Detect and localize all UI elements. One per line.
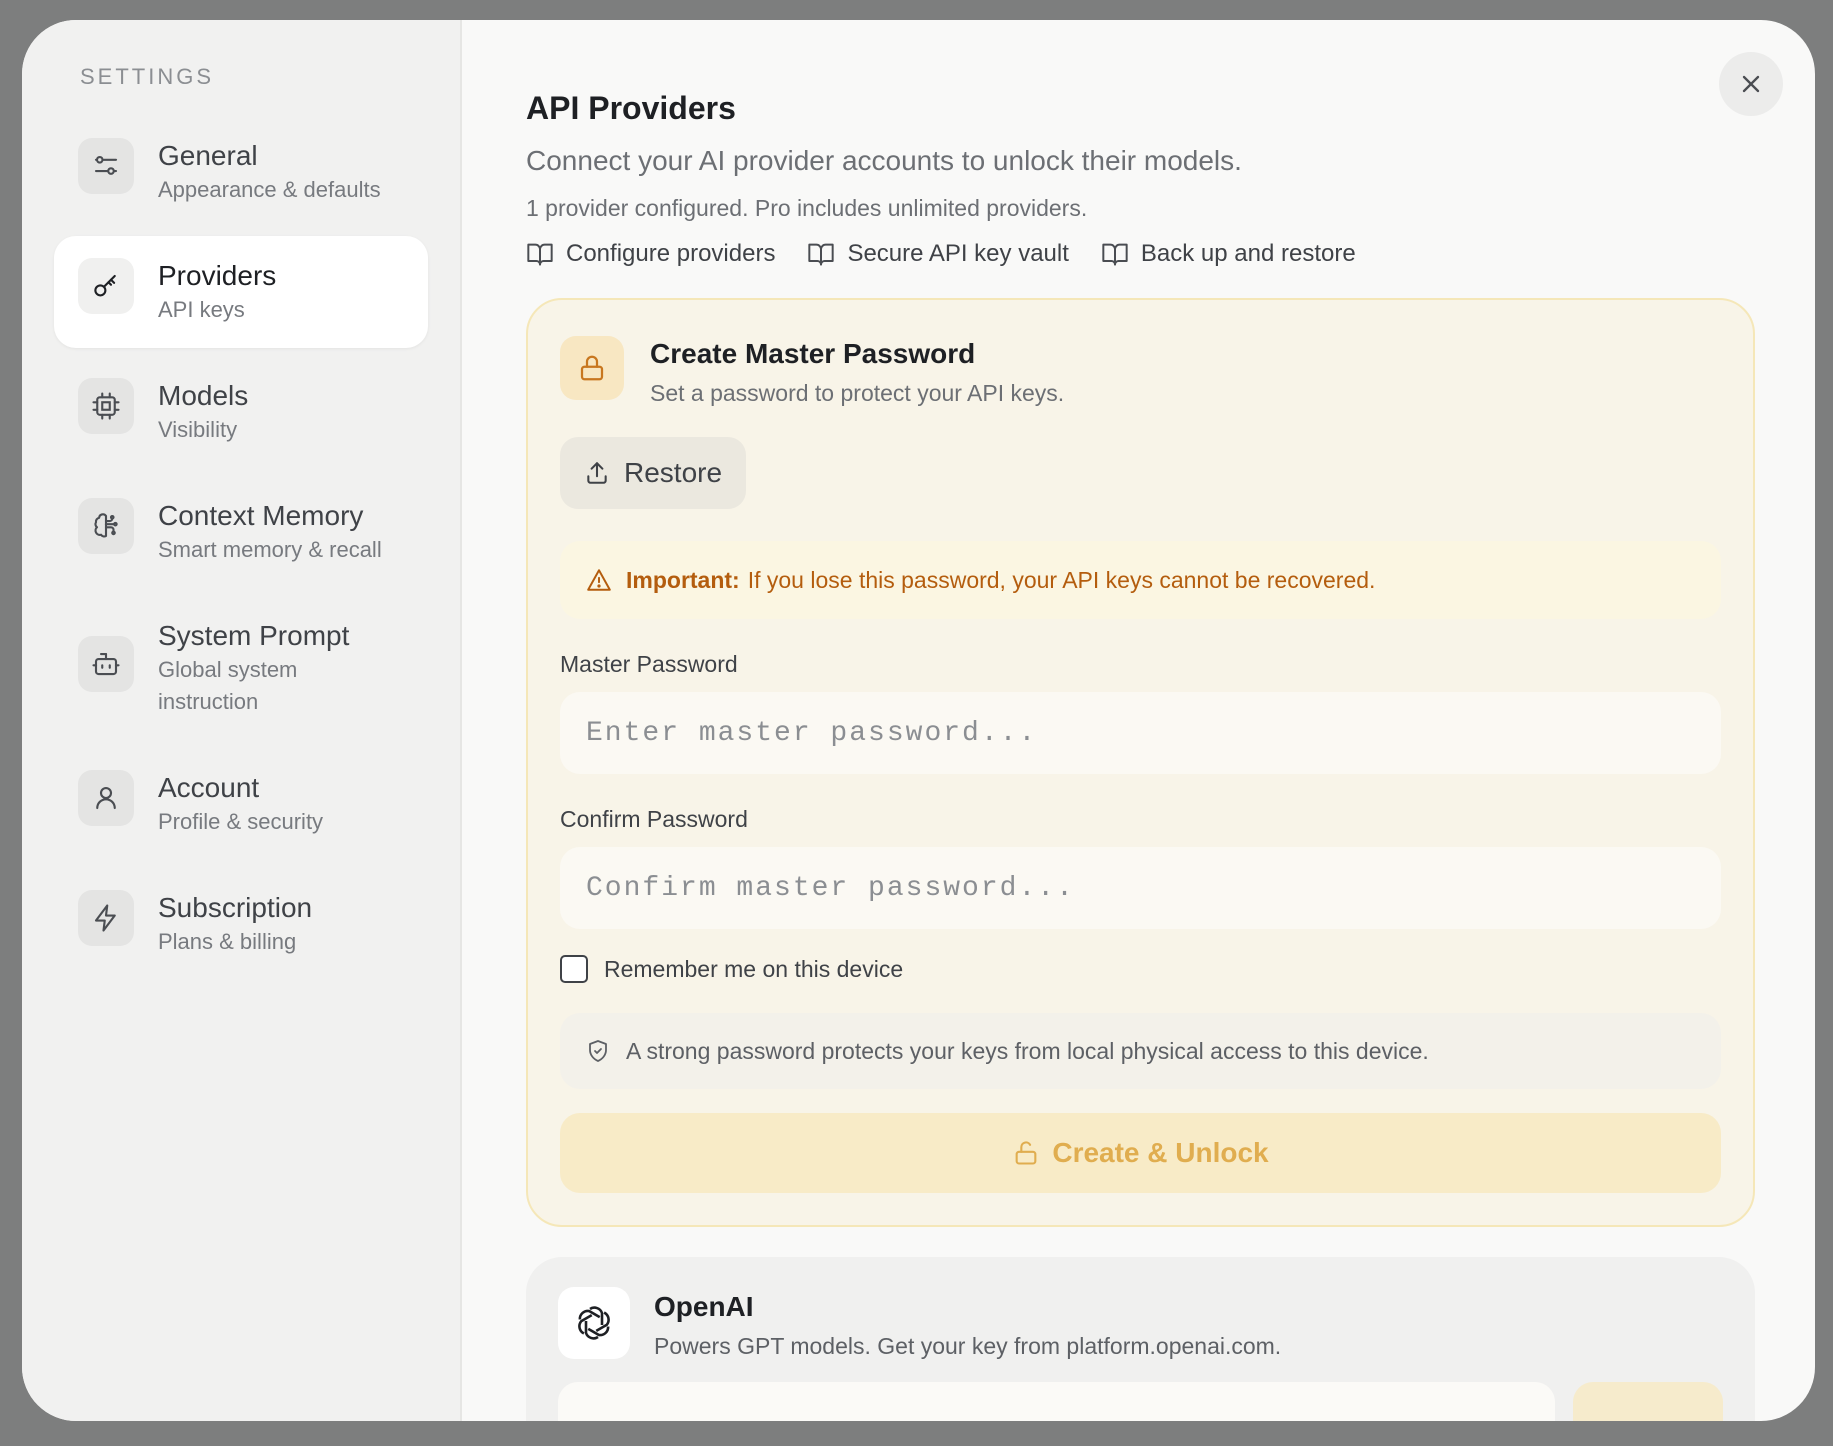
link-label: Configure providers <box>566 240 776 267</box>
backup-restore-link[interactable]: Back up and restore <box>1101 240 1356 268</box>
restore-label: Restore <box>624 457 723 488</box>
sidebar-item-title: Subscription <box>158 892 313 923</box>
sidebar-item-subtitle: Appearance & defaults <box>158 177 381 202</box>
sidebar-item-title: Account <box>158 772 260 803</box>
key-icon <box>78 258 134 314</box>
sidebar-item-title: General <box>158 140 258 171</box>
bot-icon <box>78 636 134 692</box>
user-icon <box>78 770 134 826</box>
sidebar-item-account[interactable]: Account Profile & security <box>54 748 428 860</box>
remember-me-row[interactable]: Remember me on this device <box>560 955 1721 983</box>
brain-icon <box>78 498 134 554</box>
sidebar-heading: SETTINGS <box>80 64 215 89</box>
sidebar-item-providers[interactable]: Providers API keys <box>54 236 428 348</box>
card-subtitle: Set a password to protect your API keys. <box>650 380 1065 406</box>
security-note-text: A strong password protects your keys fro… <box>626 1037 1429 1064</box>
card-header: Create Master Password Set a password to… <box>560 336 1721 407</box>
sidebar-item-system-prompt[interactable]: System Prompt Global system instruction <box>54 596 428 740</box>
close-icon <box>1742 75 1760 93</box>
sidebar-item-subtitle: API keys <box>158 297 245 322</box>
bolt-icon <box>78 890 134 946</box>
close-button[interactable] <box>1719 52 1783 116</box>
sidebar-item-title: Context Memory <box>158 500 364 531</box>
settings-sidebar: SETTINGS General Appearance & defaults P… <box>22 20 462 1421</box>
master-password-label: Master Password <box>560 651 738 677</box>
book-icon <box>1102 243 1128 266</box>
sidebar-item-subtitle: Visibility <box>158 417 238 442</box>
sidebar-item-title: Providers <box>158 260 277 291</box>
link-label: Secure API key vault <box>847 240 1069 267</box>
warning-banner: Important: If you lose this password, yo… <box>560 541 1721 619</box>
providers-panel: API Providers Connect your AI provider a… <box>462 20 1815 1421</box>
sidebar-item-subtitle: Plans & billing <box>158 929 297 954</box>
link-label: Back up and restore <box>1140 240 1356 267</box>
sidebar-item-subtitle: Global system instruction <box>158 657 298 714</box>
api-key-input[interactable] <box>558 1382 1555 1421</box>
confirm-password-label: Confirm Password <box>560 806 748 832</box>
book-icon <box>808 243 835 266</box>
restore-button[interactable]: Restore <box>560 437 747 509</box>
lock-icon <box>560 336 624 400</box>
unlock-icon <box>1015 1141 1037 1165</box>
sidebar-item-general[interactable]: General Appearance & defaults <box>54 116 428 228</box>
master-password-card: Create Master Password Set a password to… <box>526 298 1755 1227</box>
page-subtitle: Connect your AI provider accounts to unl… <box>526 145 1242 176</box>
provider-count-text: 1 provider configured. Pro includes unli… <box>526 195 1088 221</box>
confirm-password-input[interactable] <box>560 847 1721 929</box>
sidebar-item-subscription[interactable]: Subscription Plans & billing <box>54 868 428 980</box>
sliders-icon <box>78 138 134 194</box>
remember-me-label: Remember me on this device <box>604 955 904 982</box>
cpu-icon <box>78 378 134 434</box>
card-title: Create Master Password <box>650 338 976 369</box>
create-unlock-label: Create & Unlock <box>1052 1137 1269 1168</box>
provider-description: Powers GPT models. Get your key from pla… <box>654 1333 1282 1359</box>
master-password-input[interactable] <box>560 692 1721 774</box>
sidebar-item-models[interactable]: Models Visibility <box>54 356 428 468</box>
secure-vault-link[interactable]: Secure API key vault <box>807 240 1069 268</box>
settings-modal: SETTINGS General Appearance & defaults P… <box>22 20 1815 1421</box>
sidebar-item-subtitle: Smart memory & recall <box>158 537 382 562</box>
book-icon <box>527 243 553 266</box>
shield-check-icon <box>589 1040 607 1062</box>
provider-name: OpenAI <box>654 1291 754 1322</box>
configure-providers-link[interactable]: Configure providers <box>526 240 775 268</box>
warning-text: If you lose this password, your API keys… <box>747 566 1376 593</box>
remember-me-checkbox[interactable] <box>560 955 588 983</box>
openai-logo-icon <box>558 1287 630 1359</box>
upload-icon <box>587 462 607 484</box>
warning-strong: Important: <box>626 566 740 593</box>
sidebar-item-context-memory[interactable]: Context Memory Smart memory & recall <box>54 476 428 588</box>
provider-card-openai: OpenAI Powers GPT models. Get your key f… <box>526 1257 1755 1421</box>
save-key-button[interactable] <box>1573 1382 1723 1421</box>
warning-icon <box>587 569 611 591</box>
page-title: API Providers <box>526 90 736 126</box>
sidebar-item-subtitle: Profile & security <box>158 809 324 834</box>
sidebar-item-title: System Prompt <box>158 620 350 651</box>
doc-links: Configure providers Secure API key vault… <box>526 240 1751 268</box>
security-note: A strong password protects your keys fro… <box>560 1013 1721 1089</box>
sidebar-item-title: Models <box>158 380 249 411</box>
create-unlock-button[interactable]: Create & Unlock <box>560 1113 1721 1193</box>
